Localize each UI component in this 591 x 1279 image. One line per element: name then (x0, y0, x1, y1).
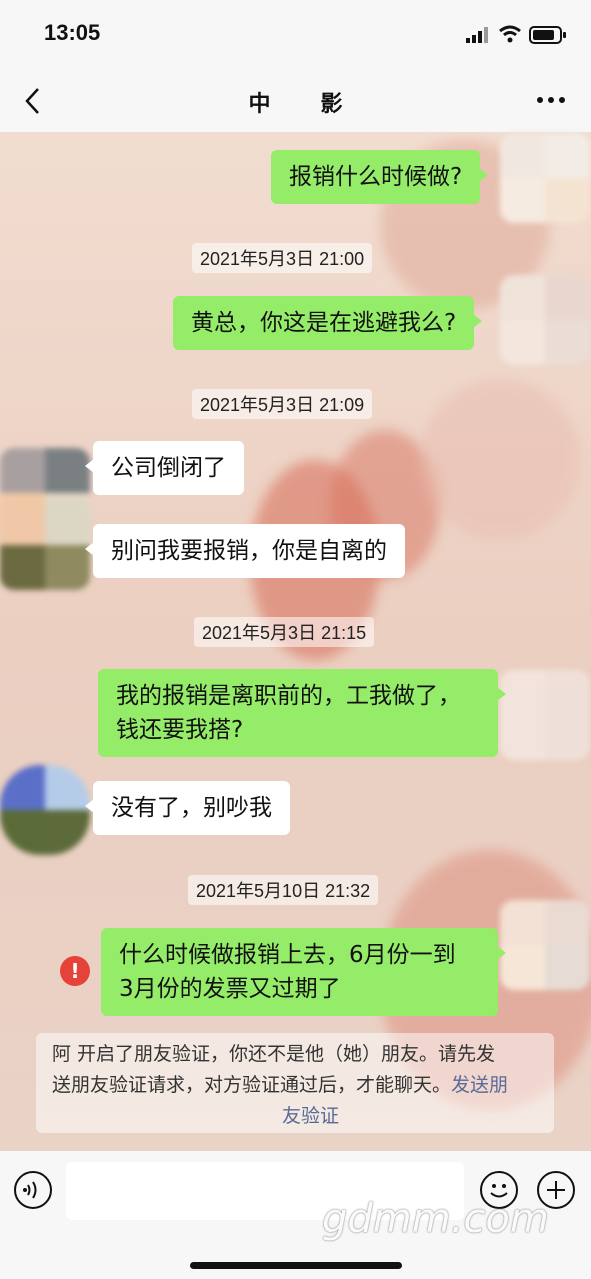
voice-input-button[interactable] (14, 1171, 52, 1209)
contact-avatar[interactable] (0, 765, 90, 855)
message-text: 别问我要报销，你是自离的 (111, 538, 387, 564)
message-bubble-received[interactable]: 没有了，别吵我 (85, 781, 290, 835)
status-time: 13:05 (44, 20, 101, 45)
wifi-icon (499, 25, 521, 43)
my-avatar[interactable] (500, 275, 590, 365)
my-avatar[interactable] (500, 670, 590, 760)
timestamp: 2021年5月10日 21:32 (188, 875, 379, 905)
nav-bar: 中影 (0, 70, 591, 132)
message-bubble-sent[interactable]: 我的报销是离职前的，工我做了， 钱还要我搭? (98, 669, 506, 757)
home-indicator[interactable] (190, 1262, 402, 1269)
send-verification-link[interactable]: 发送朋 (451, 1074, 508, 1096)
contact-avatar[interactable] (0, 500, 90, 590)
status-bar: 13:05 (0, 0, 591, 70)
send-verification-link[interactable]: 友验证 (282, 1105, 339, 1127)
watermark: gdmm.com (322, 1196, 549, 1242)
message-bubble-sent[interactable]: 什么时候做报销上去，6月份一到 3月份的发票又过期了 (101, 928, 506, 1016)
message-text: 没有了，别吵我 (111, 795, 272, 821)
message-text-line: 3月份的发票又过期了 (119, 976, 341, 1002)
message-bubble-sent[interactable]: 报销什么时候做? (271, 150, 489, 204)
timestamp: 2021年5月3日 21:15 (194, 617, 375, 647)
message-text-line: 什么时候做报销上去，6月份一到 (119, 942, 456, 968)
send-failed-icon[interactable]: ! (60, 956, 90, 986)
battery-icon (529, 26, 566, 44)
notice-line: 阿 开启了朋友验证，你还不是他（她）朋友。请先发 (52, 1043, 496, 1065)
message-text-line: 钱还要我搭? (116, 717, 244, 743)
message-bubble-received[interactable]: 别问我要报销，你是自离的 (85, 524, 405, 578)
voice-icon (23, 1181, 37, 1199)
notice-line: 送朋友验证请求，对方验证通过后，才能聊天。 (52, 1074, 452, 1096)
message-text: 公司倒闭了 (111, 455, 226, 481)
signal-icon (466, 27, 488, 43)
more-icon[interactable] (536, 96, 566, 104)
timestamp: 2021年5月3日 21:00 (192, 243, 373, 273)
my-avatar[interactable] (500, 900, 590, 990)
exclamation-icon: ! (70, 959, 80, 983)
message-text: 报销什么时候做? (289, 164, 463, 190)
message-bubble-sent[interactable]: 黄总，你这是在逃避我么? (173, 296, 483, 350)
message-text: 黄总，你这是在逃避我么? (191, 310, 457, 336)
message-bubble-received[interactable]: 公司倒闭了 (85, 441, 244, 495)
chat-title: 中影 (248, 92, 393, 117)
message-text-line: 我的报销是离职前的，工我做了， (116, 683, 461, 709)
timestamp: 2021年5月3日 21:09 (192, 389, 373, 419)
friend-verification-notice: 阿 开启了朋友验证，你还不是他（她）朋友。请先发 送朋友验证请求，对方验证通过后… (36, 1033, 554, 1133)
my-avatar[interactable] (500, 133, 590, 223)
